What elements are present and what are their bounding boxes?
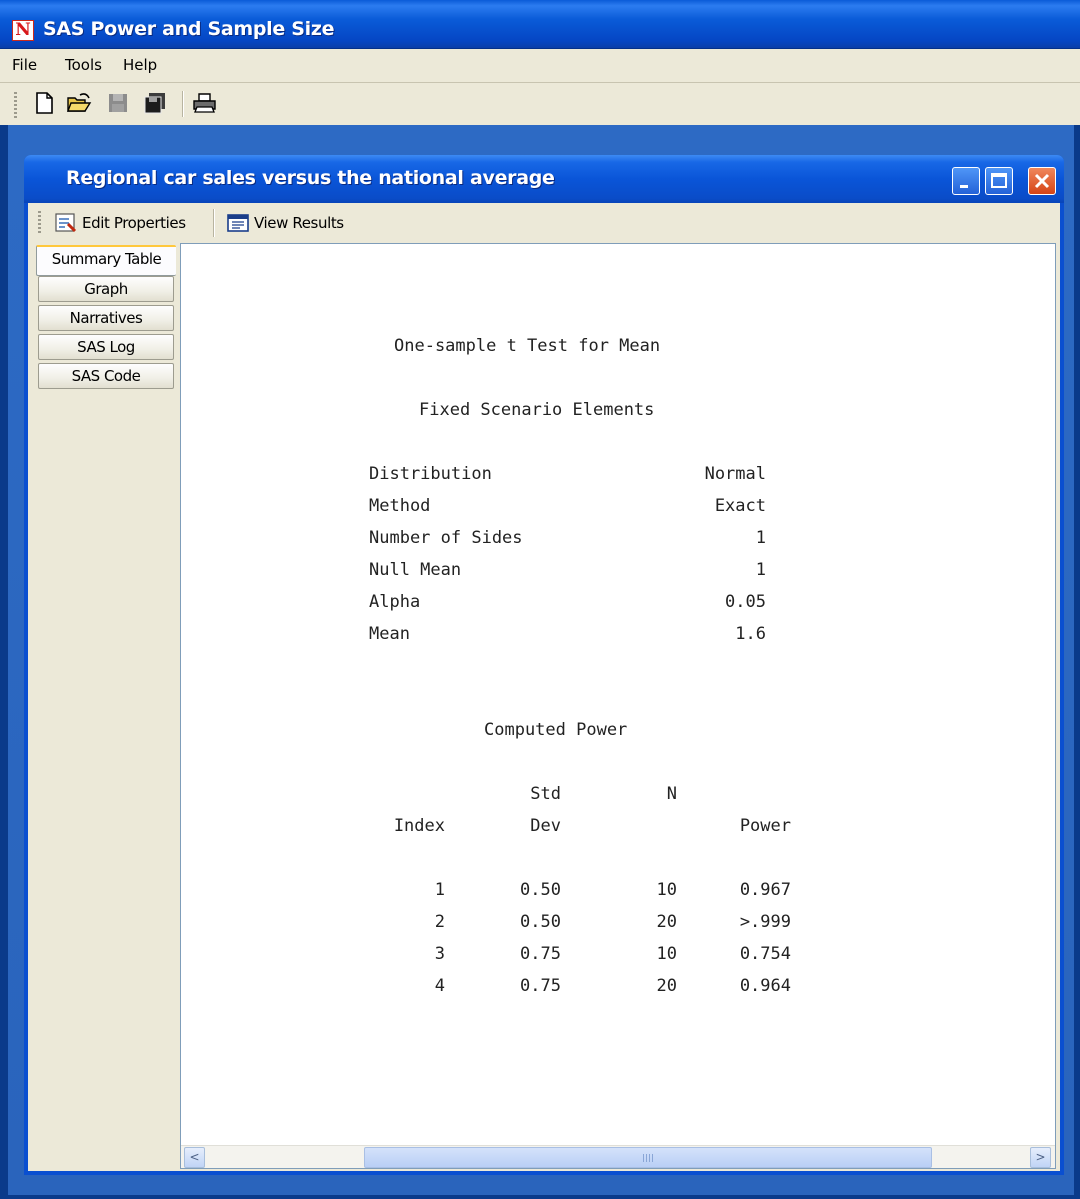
view-results-label: View Results [254,214,344,232]
std-dev-cell: 0.75 [520,976,561,996]
scroll-right-button[interactable]: > [1030,1147,1051,1168]
sas-logo-icon: N [12,20,34,41]
toolbar-grip[interactable] [14,92,17,118]
column-header: N [666,784,677,804]
new-document-icon[interactable] [32,91,56,115]
fixed-value: Exact [714,496,766,516]
std-dev-cell: 0.75 [520,944,561,964]
computed-heading: Computed Power [484,720,628,740]
fixed-value: 0.05 [725,592,766,612]
scroll-grip-icon [643,1154,655,1162]
power-cell: 0.754 [739,944,791,964]
scroll-thumb[interactable] [364,1147,932,1168]
index-cell: 3 [434,944,445,964]
index-cell: 2 [434,912,445,932]
toolbar-grip[interactable] [38,211,41,235]
open-folder-icon[interactable] [66,91,92,115]
menubar: File Tools Help [0,49,1080,83]
report-title: One-sample t Test for Mean [394,336,661,356]
edit-properties-button[interactable]: Edit Properties [54,209,186,237]
column-header: Std [530,784,561,804]
menu-file[interactable]: File [12,56,37,74]
fixed-value: Normal [704,464,766,484]
scroll-left-button[interactable]: < [184,1147,205,1168]
window-titlebar[interactable]: Regional car sales versus the national a… [24,155,1064,203]
power-cell: 0.964 [739,976,791,996]
view-results-icon [227,214,249,232]
minimize-button[interactable] [952,167,980,195]
fixed-label: Mean [369,624,410,644]
edit-properties-label: Edit Properties [82,214,186,232]
std-dev-cell: 0.50 [520,880,561,900]
n-total-cell: 10 [656,944,677,964]
toolbar-separator [182,91,184,117]
column-header: Power [739,816,791,836]
window-body: Edit Properties View Results Summary Tab… [28,203,1060,1171]
fixed-value: 1 [755,528,766,548]
power-cell: 0.967 [739,880,791,900]
window-toolbar: Edit Properties View Results [28,203,1060,243]
vertical-tab-strip: Summary Table Graph Narratives SAS Log S… [32,245,176,1165]
maximize-button[interactable] [985,167,1013,195]
analysis-window: Regional car sales versus the national a… [24,155,1064,1175]
index-cell: 1 [434,880,445,900]
view-results-button[interactable]: View Results [226,209,344,237]
toolbar-separator [213,209,215,237]
print-icon[interactable] [192,91,216,115]
horizontal-scrollbar[interactable]: < > [181,1145,1055,1168]
tab-narratives[interactable]: Narratives [38,305,174,331]
tab-graph[interactable]: Graph [38,276,174,302]
fixed-label: Number of Sides [369,528,523,548]
edit-properties-icon [55,213,77,233]
n-total-cell: 20 [656,976,677,996]
std-dev-cell: 0.50 [520,912,561,932]
n-total-cell: 20 [656,912,677,932]
window-title: Regional car sales versus the national a… [66,167,555,189]
menu-tools[interactable]: Tools [65,56,102,74]
save-icon[interactable] [106,91,130,115]
fixed-value: 1 [755,560,766,580]
fixed-label: Method [369,496,431,516]
column-header: Index [393,816,445,836]
fixed-label: Alpha [369,592,421,612]
fixed-label: Distribution [369,464,492,484]
fixed-value: 1.6 [735,624,766,644]
app-titlebar[interactable]: N SAS Power and Sample Size [0,0,1080,49]
column-header: Dev [530,816,561,836]
close-button[interactable] [1028,167,1056,195]
save-all-icon[interactable] [142,91,166,115]
summary-table-panel: One-sample t Test for Mean Fixed Scenari… [180,243,1056,1169]
tab-sas-code[interactable]: SAS Code [38,363,174,389]
main-toolbar [0,83,1080,125]
index-cell: 4 [434,976,445,996]
app-title: SAS Power and Sample Size [43,18,335,40]
fixed-label: Null Mean [369,560,462,580]
fixed-heading: Fixed Scenario Elements [419,400,655,420]
power-cell: >.999 [739,912,791,932]
tab-sas-log[interactable]: SAS Log [38,334,174,360]
menu-help[interactable]: Help [123,56,157,74]
n-total-cell: 10 [656,880,677,900]
tab-summary-table[interactable]: Summary Table [36,245,176,276]
